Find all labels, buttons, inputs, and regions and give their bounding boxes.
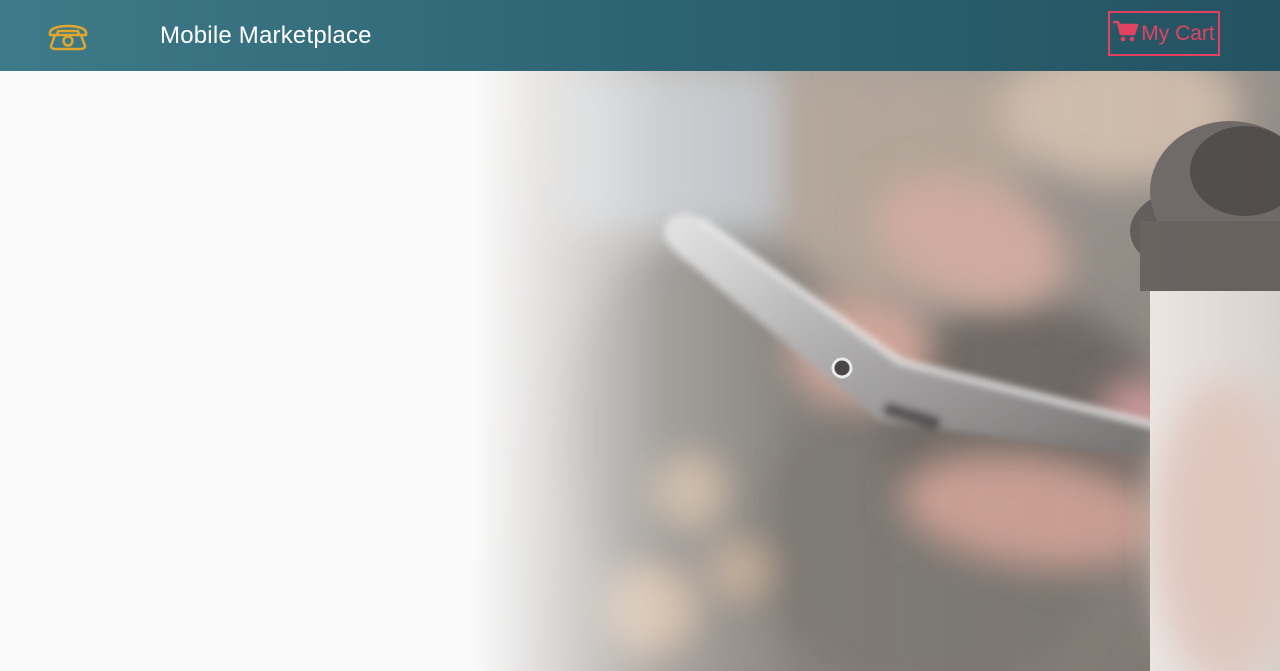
- top-navigation-bar: Mobile Marketplace My Cart: [0, 0, 1280, 71]
- site-title[interactable]: Mobile Marketplace: [160, 21, 372, 51]
- telephone-icon[interactable]: [46, 18, 90, 54]
- app-root: Mobile Marketplace My Cart: [0, 0, 1280, 671]
- my-cart-button[interactable]: My Cart: [1108, 11, 1220, 56]
- hero-banner: [0, 71, 1280, 671]
- cart-label: My Cart: [1141, 21, 1215, 45]
- shopping-cart-icon: [1112, 19, 1139, 49]
- hero-white-fade-overlay: [0, 71, 1280, 671]
